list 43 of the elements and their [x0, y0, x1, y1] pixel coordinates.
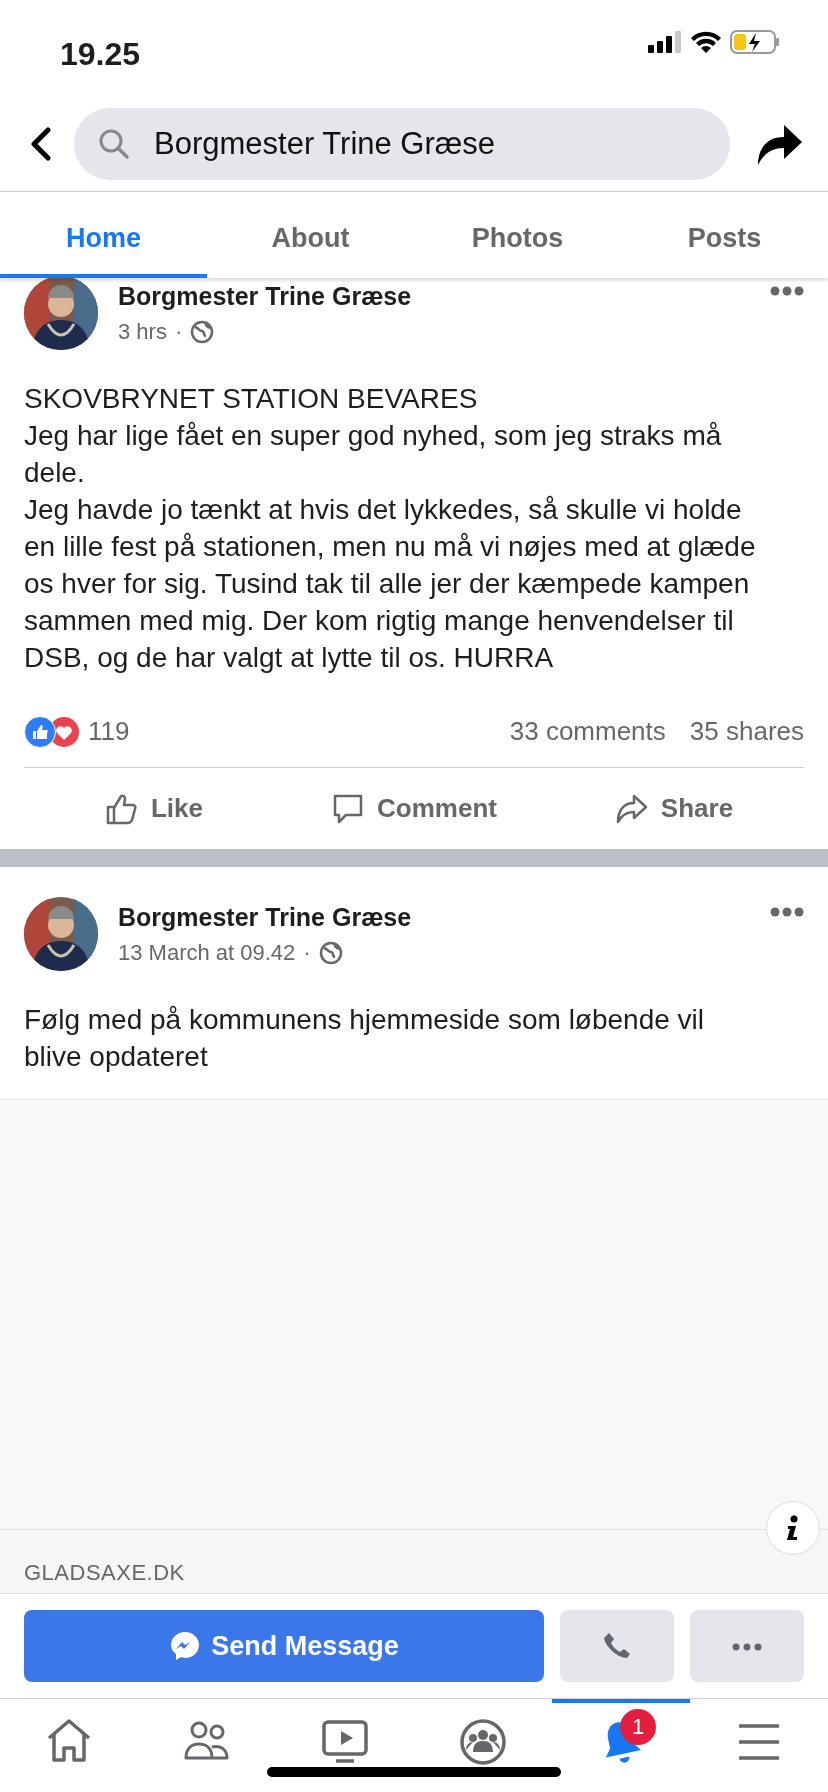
post-text: Jeg havde jo tænkt at hvis det lykkedes, så skulle vi holde en lille fest på stationen, men nu må vi nøjes med at glæde os hver for sig. Tusind tak til alle jer der kæmpede kampen sammen med mig. Der kom rigtig mange henvendelser til DSB, og de har valgt at lytte til os. HURRA	[23, 493, 757, 675]
post-time[interactable]: 3 hrs	[118, 315, 167, 349]
notification-badge: 1	[620, 1709, 656, 1745]
like-button[interactable]: Like	[24, 768, 284, 849]
post-text: Jeg har lige fået en super god nyhed, som jeg straks må dele.	[23, 419, 723, 490]
page-tab[interactable]: Photos	[414, 192, 621, 278]
battery-icon	[730, 30, 780, 54]
more-icon	[770, 285, 804, 296]
reaction-count[interactable]: 119	[88, 712, 130, 751]
author-name[interactable]: Borgmester Trine Græse	[118, 898, 412, 937]
search-icon	[98, 127, 130, 160]
post-text: SKOVBRYNET STATION BEVARES	[23, 382, 479, 416]
share-button[interactable]: Share	[544, 768, 804, 849]
nav-tab[interactable]: 1	[552, 1699, 690, 1781]
send-message-button[interactable]: Send Message	[24, 1610, 544, 1682]
more-icon	[732, 1642, 762, 1651]
link-domain[interactable]: GLADSAXE.DK	[24, 1560, 185, 1585]
author-name[interactable]: Borgmester Trine Græse	[118, 277, 412, 316]
separator-dot: ·	[174, 318, 183, 347]
signal-icon	[648, 31, 682, 53]
page-tab[interactable]: Posts	[621, 192, 828, 278]
globe-icon	[190, 319, 215, 344]
more-icon	[770, 906, 804, 917]
info-icon	[786, 1515, 800, 1541]
separator-dot: ·	[303, 939, 311, 968]
comment-count[interactable]: 33 comments	[509, 712, 666, 751]
back-icon	[28, 126, 54, 161]
page-tab[interactable]: About	[207, 192, 414, 278]
post-text: Følg med på kommunens hjemmeside som løbende vil blive opdateret	[23, 1003, 706, 1074]
back-button[interactable]	[28, 126, 54, 161]
post-time[interactable]: 13 March at 09.42	[118, 936, 296, 970]
globe-icon	[318, 940, 343, 965]
wifi-icon	[690, 31, 722, 53]
groups-icon	[459, 1718, 507, 1766]
status-time: 19.25	[60, 35, 141, 74]
comment-button[interactable]: Comment	[284, 768, 544, 849]
reaction-icons	[24, 715, 80, 748]
info-button[interactable]	[766, 1501, 820, 1555]
video-icon	[321, 1718, 369, 1766]
call-button[interactable]	[560, 1610, 674, 1682]
search-field[interactable]: Borgmester Trine Græse	[74, 107, 730, 180]
share-count[interactable]: 35 shares	[689, 712, 804, 751]
messenger-icon	[169, 1630, 202, 1662]
